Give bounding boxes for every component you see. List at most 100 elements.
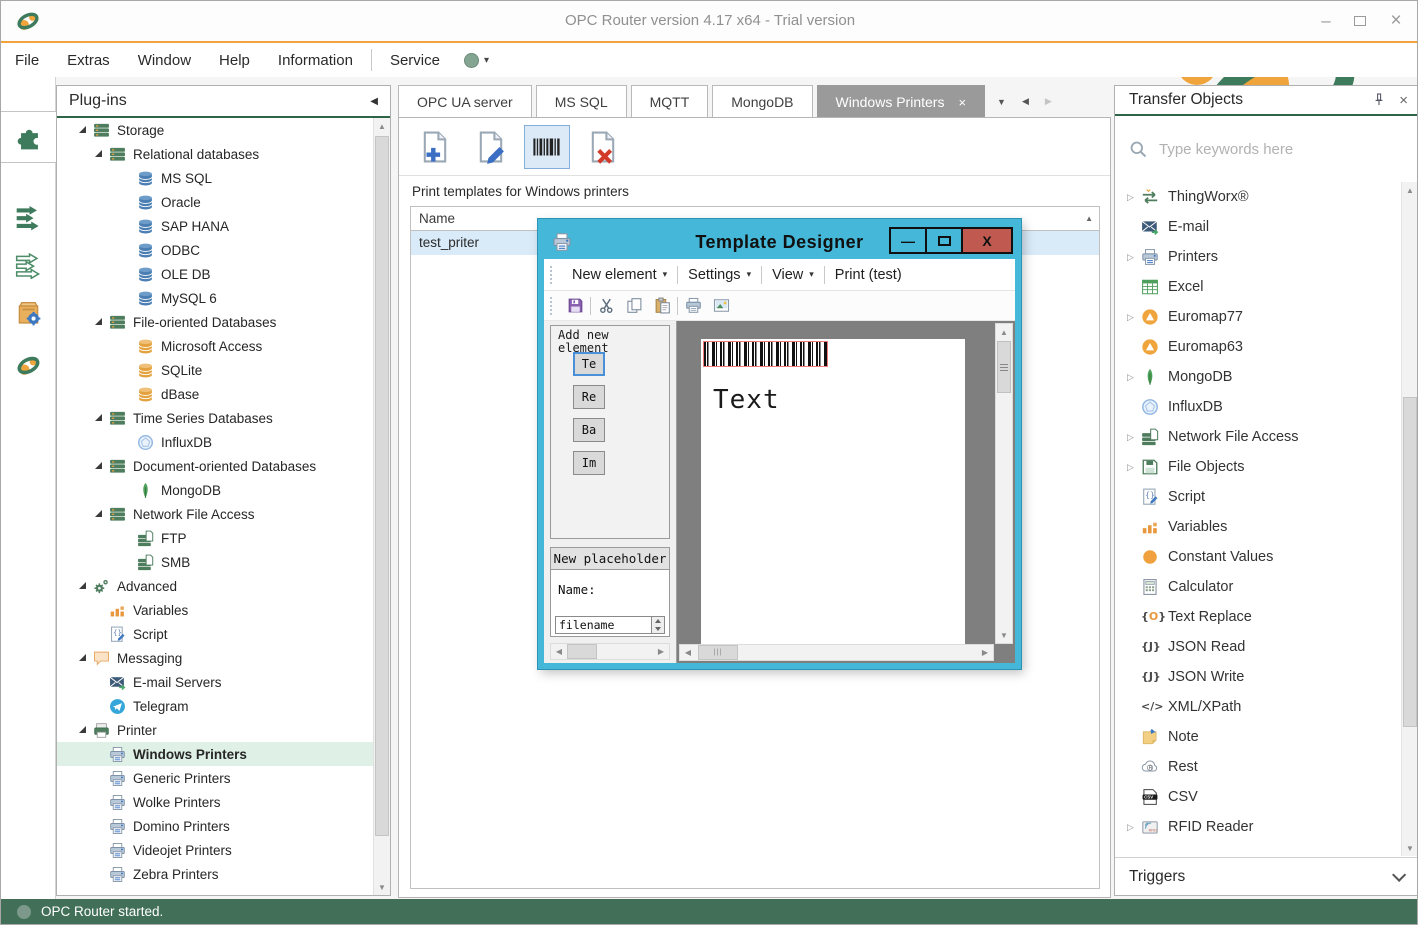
- sort-ascending-icon[interactable]: ▲: [1085, 207, 1093, 231]
- scroll-left-icon[interactable]: ◀: [551, 644, 567, 659]
- element-button-im[interactable]: Im: [573, 451, 605, 475]
- tree-item-variables[interactable]: Variables: [57, 598, 373, 622]
- transfer-item-network-file-access[interactable]: ▷Network File Access: [1115, 422, 1401, 452]
- transfer-item-excel[interactable]: Excel: [1115, 272, 1401, 302]
- element-button-ba[interactable]: Ba: [573, 418, 605, 442]
- tree-item-e-mail-servers[interactable]: E-mail Servers: [57, 670, 373, 694]
- save-button[interactable]: [562, 294, 588, 318]
- tree-item-domino-printers[interactable]: Domino Printers: [57, 814, 373, 838]
- rail-item-outline-arrows[interactable]: [1, 239, 56, 291]
- tree-item-ole-db[interactable]: OLE DB: [57, 262, 373, 286]
- menu-service[interactable]: Service: [376, 43, 454, 77]
- tab-windows-printers[interactable]: Windows Printers×: [817, 85, 986, 118]
- window-minimize-button[interactable]: –: [1311, 9, 1341, 33]
- tree-item-messaging[interactable]: Messaging: [57, 646, 373, 670]
- transfer-item-thingworx[interactable]: ▷ThingWorx®: [1115, 182, 1401, 212]
- edit-template-button[interactable]: [468, 125, 514, 169]
- transfer-item-e-mail[interactable]: E-mail: [1115, 212, 1401, 242]
- rail-item-puzzle[interactable]: [1, 111, 57, 163]
- tree-item-windows-printers[interactable]: Windows Printers: [57, 742, 373, 766]
- designer-menu-print-test[interactable]: Print (test): [825, 259, 912, 290]
- tree-item-mongodb[interactable]: MongoDB: [57, 478, 373, 502]
- tree-item-advanced[interactable]: Advanced: [57, 574, 373, 598]
- cut-button[interactable]: [593, 294, 619, 318]
- scroll-up-icon[interactable]: ▲: [374, 118, 390, 134]
- scroll-down-icon[interactable]: ▼: [374, 879, 390, 895]
- dialog-minimize-button[interactable]: —: [889, 227, 927, 254]
- menu-extras[interactable]: Extras: [53, 43, 124, 77]
- canvas-hscrollbar[interactable]: ◀ ||| ▶: [679, 644, 994, 661]
- panel-close-icon[interactable]: ×: [1399, 92, 1408, 109]
- transfer-item-influxdb[interactable]: InfluxDB: [1115, 392, 1401, 422]
- tree-item-oracle[interactable]: Oracle: [57, 190, 373, 214]
- tab-list-dropdown-icon[interactable]: ▼: [997, 97, 1006, 107]
- tab-scroll-left-icon[interactable]: ◀: [1022, 96, 1029, 107]
- tree-item-script[interactable]: {}Script: [57, 622, 373, 646]
- tree-item-document-oriented-databases[interactable]: Document-oriented Databases: [57, 454, 373, 478]
- tree-expander-icon[interactable]: [95, 462, 104, 471]
- canvas-vscrollbar[interactable]: ▲ ▼: [995, 323, 1013, 644]
- tree-item-storage[interactable]: Storage: [57, 118, 373, 142]
- scrollbar-thumb[interactable]: [997, 341, 1011, 393]
- tree-expander-icon[interactable]: [79, 582, 88, 591]
- element-button-re[interactable]: Re: [573, 385, 605, 409]
- template-page[interactable]: Text: [701, 339, 965, 646]
- delete-template-button[interactable]: [580, 125, 626, 169]
- spinner-up-icon[interactable]: [655, 619, 661, 623]
- expander-icon[interactable]: ▷: [1127, 462, 1141, 473]
- designer-menu-new-element[interactable]: New element▾: [562, 259, 677, 290]
- transfer-item-rest[interactable]: RRest: [1115, 752, 1401, 782]
- panel-collapse-icon[interactable]: ◀: [370, 96, 378, 107]
- rail-item-rings[interactable]: [1, 339, 56, 391]
- tab-mongodb[interactable]: MongoDB: [712, 85, 812, 118]
- tab-ms-sql[interactable]: MS SQL: [536, 85, 627, 118]
- tree-item-odbc[interactable]: ODBC: [57, 238, 373, 262]
- tab-close-icon[interactable]: ×: [958, 95, 966, 110]
- toolbar-drag-handle[interactable]: [550, 266, 555, 284]
- scroll-down-icon[interactable]: ▼: [996, 627, 1012, 643]
- transfer-item-printers[interactable]: ▷Printers: [1115, 242, 1401, 272]
- tree-expander-icon[interactable]: [95, 150, 104, 159]
- rail-item-archive-gear[interactable]: [1, 287, 56, 339]
- transfer-item-calculator[interactable]: Calculator: [1115, 572, 1401, 602]
- scrollbar-track[interactable]: [567, 644, 653, 659]
- tree-item-relational-databases[interactable]: Relational databases: [57, 142, 373, 166]
- service-caret-down-icon[interactable]: ▾: [484, 55, 489, 66]
- designer-menu-view[interactable]: View▾: [762, 259, 824, 290]
- tab-mqtt[interactable]: MQTT: [631, 85, 709, 118]
- scrollbar-thumb[interactable]: [375, 136, 389, 836]
- rail-item-transfer-arrows[interactable]: [1, 191, 56, 243]
- transfer-item-xml-xpath[interactable]: </>XML/XPath: [1115, 692, 1401, 722]
- transfer-item-json-read[interactable]: {J}JSON Read: [1115, 632, 1401, 662]
- triggers-section-header[interactable]: Triggers: [1115, 857, 1418, 895]
- tree-item-mysql-6[interactable]: MySQL 6: [57, 286, 373, 310]
- tree-item-time-series-databases[interactable]: Time Series Databases: [57, 406, 373, 430]
- designer-menu-settings[interactable]: Settings▾: [678, 259, 761, 290]
- barcode-element[interactable]: [703, 341, 828, 367]
- window-maximize-button[interactable]: [1345, 9, 1375, 33]
- tree-item-microsoft-access[interactable]: Microsoft Access: [57, 334, 373, 358]
- tree-item-videojet-printers[interactable]: Videojet Printers: [57, 838, 373, 862]
- tree-item-sqlite[interactable]: SQLite: [57, 358, 373, 382]
- transfer-item-csv[interactable]: CSVCSV: [1115, 782, 1401, 812]
- tree-expander-icon[interactable]: [79, 654, 88, 663]
- expander-icon[interactable]: ▷: [1127, 312, 1141, 323]
- tab-opc-ua-server[interactable]: OPC UA server: [398, 85, 532, 118]
- menu-file[interactable]: File: [1, 43, 53, 77]
- barcode-designer-button[interactable]: [524, 125, 570, 169]
- paste-button[interactable]: [649, 294, 675, 318]
- tree-item-ms-sql[interactable]: MS SQL: [57, 166, 373, 190]
- export-image-button[interactable]: [708, 294, 734, 318]
- scroll-right-icon[interactable]: ▶: [977, 645, 993, 660]
- text-element[interactable]: Text: [713, 385, 780, 415]
- menu-window[interactable]: Window: [124, 43, 205, 77]
- tree-item-network-file-access[interactable]: Network File Access: [57, 502, 373, 526]
- transfer-item-variables[interactable]: Variables: [1115, 512, 1401, 542]
- placeholder-name-input[interactable]: [555, 616, 652, 634]
- toolbar-drag-handle[interactable]: [550, 297, 555, 315]
- transfer-item-json-write[interactable]: {J}JSON Write: [1115, 662, 1401, 692]
- expander-icon[interactable]: ▷: [1127, 192, 1141, 203]
- tree-expander-icon[interactable]: [95, 318, 104, 327]
- window-close-button[interactable]: ×: [1381, 9, 1411, 33]
- transfer-item-note[interactable]: Note: [1115, 722, 1401, 752]
